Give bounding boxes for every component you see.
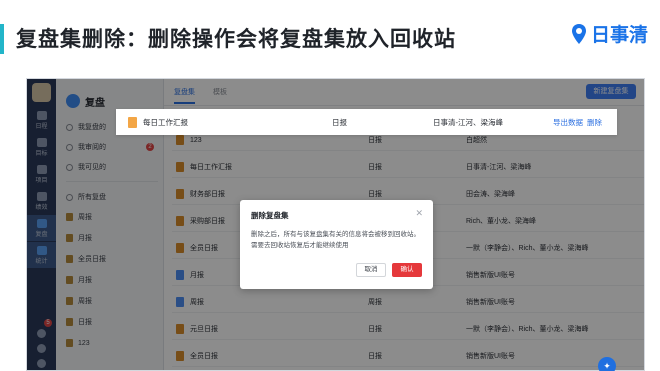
delete-link[interactable]: 删除: [587, 117, 602, 128]
close-icon[interactable]: ✕: [415, 208, 423, 219]
cancel-button[interactable]: 取消: [356, 263, 386, 277]
brand-logo: 日事清: [571, 20, 648, 47]
row-members: 日事清-江河、梁海峰: [433, 117, 503, 127]
folder-icon: [128, 116, 137, 128]
row-name: 每日工作汇报: [143, 117, 188, 127]
export-data-link[interactable]: 导出数据: [553, 117, 583, 128]
help-chat-icon[interactable]: ✦: [598, 357, 616, 371]
delete-confirm-dialog: 删除复盘集 ✕ 删除之后，所有与该复盘集有关的信息将会被移到回收站。需要去回收站…: [240, 200, 433, 289]
location-pin-icon: [571, 23, 586, 44]
dialog-title: 删除复盘集: [251, 211, 289, 220]
brand-name: 日事清: [590, 24, 648, 46]
slide-title: 复盘集删除：删除操作会将复盘集放入回收站: [16, 27, 456, 51]
confirm-button[interactable]: 确认: [392, 263, 422, 277]
dialog-message: 删除之后，所有与该复盘集有关的信息将会被移到回收站。需要去回收站恢复后才能继续使…: [251, 231, 420, 249]
title-accent-bar: [0, 24, 4, 54]
highlighted-table-row[interactable]: 每日工作汇报 日报 日事清-江河、梁海峰 导出数据 删除: [116, 109, 617, 135]
row-type: 日报: [332, 117, 347, 127]
slide: 复盘集删除：删除操作会将复盘集放入回收站 日事清 日程 目标 项目 绩效 复盘 …: [0, 0, 660, 371]
